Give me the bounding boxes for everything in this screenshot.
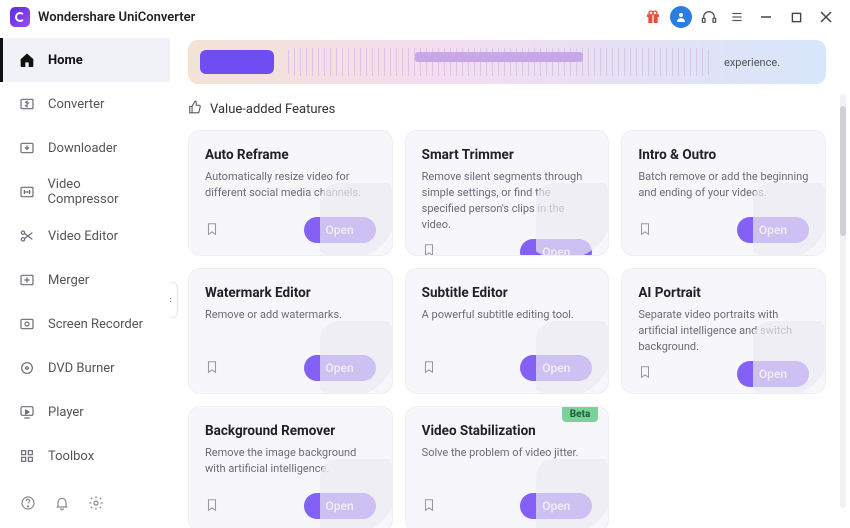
beta-badge: Beta	[562, 407, 599, 422]
feature-grid: Auto Reframe Automatically resize video f…	[180, 130, 834, 528]
gift-icon[interactable]	[640, 4, 666, 30]
card-description: Solve the problem of video jitter.	[422, 445, 593, 487]
sidebar-item-label: Player	[48, 405, 84, 420]
sidebar-footer	[0, 478, 170, 528]
sidebar-item-toolbox[interactable]: Toolbox	[0, 434, 170, 478]
menu-icon[interactable]	[724, 4, 750, 30]
card-description: A powerful subtitle editing tool.	[422, 307, 593, 349]
open-button[interactable]: Open	[304, 355, 376, 381]
feature-card[interactable]: Auto Reframe Automatically resize video f…	[188, 130, 393, 256]
feature-card[interactable]: Smart Trimmer Remove silent segments thro…	[405, 130, 610, 256]
open-button[interactable]: Open	[737, 361, 809, 387]
bookmark-icon[interactable]	[422, 359, 438, 378]
sidebar-item-editor[interactable]: Video Editor	[0, 214, 170, 258]
sidebar-item-label: Downloader	[48, 141, 117, 156]
card-title: Auto Reframe	[205, 147, 376, 163]
grid-icon	[18, 448, 36, 464]
feature-card[interactable]: BetaVideo Stabilization Solve the problem…	[405, 406, 610, 528]
maximize-button[interactable]	[782, 4, 810, 30]
app-title: Wondershare UniConverter	[38, 10, 195, 25]
minimize-button[interactable]	[752, 4, 780, 30]
downloader-icon	[18, 140, 36, 156]
sidebar-item-home[interactable]: Home	[0, 38, 170, 82]
sidebar-item-label: Toolbox	[48, 449, 94, 464]
bookmark-icon[interactable]	[422, 497, 438, 516]
card-title: AI Portrait	[638, 285, 809, 301]
scissors-icon	[18, 228, 36, 244]
hero-banner[interactable]: experience.	[188, 40, 826, 84]
sidebar-item-label: Screen Recorder	[48, 317, 143, 332]
sidebar-item-merger[interactable]: Merger	[0, 258, 170, 302]
card-title: Video Stabilization	[422, 423, 593, 439]
card-description: Automatically resize video for different…	[205, 169, 376, 211]
sidebar-item-label: Video Editor	[48, 229, 118, 244]
user-avatar[interactable]	[668, 4, 694, 30]
sidebar-item-label: Converter	[48, 97, 104, 112]
section-header: Value-added Features	[180, 98, 834, 130]
card-title: Background Remover	[205, 423, 376, 439]
card-title: Smart Trimmer	[422, 147, 593, 163]
sidebar-item-recorder[interactable]: Screen Recorder	[0, 302, 170, 346]
bell-icon[interactable]	[52, 495, 72, 511]
bookmark-icon[interactable]	[205, 221, 221, 240]
merger-icon	[18, 272, 36, 288]
bookmark-icon[interactable]	[638, 364, 654, 383]
card-description: Remove the image background with artific…	[205, 445, 376, 487]
converter-icon	[18, 96, 36, 112]
feature-card[interactable]: Intro & Outro Batch remove or add the beg…	[621, 130, 826, 256]
bookmark-icon[interactable]	[638, 221, 654, 240]
card-title: Watermark Editor	[205, 285, 376, 301]
main-content: ‹ experience. Value-added Features Auto …	[170, 34, 850, 528]
card-description: Batch remove or add the beginning and en…	[638, 169, 809, 211]
sidebar-item-label: Video Compressor	[48, 177, 152, 207]
compressor-icon	[18, 184, 36, 200]
sidebar-item-compressor[interactable]: Video Compressor	[0, 170, 170, 214]
thumbs-up-icon	[188, 100, 202, 118]
hero-cta-button[interactable]	[200, 50, 274, 74]
sidebar-item-label: Home	[48, 53, 83, 68]
hero-preview	[288, 48, 710, 76]
card-title: Intro & Outro	[638, 147, 809, 163]
sidebar-item-label: DVD Burner	[48, 361, 115, 376]
card-description: Separate video portraits with artificial…	[638, 307, 809, 355]
card-description: Remove silent segments through simple se…	[422, 169, 593, 233]
sidebar-item-label: Merger	[48, 273, 89, 288]
open-button[interactable]: Open	[520, 493, 592, 519]
vertical-scrollbar[interactable]	[840, 94, 846, 508]
section-title: Value-added Features	[210, 102, 335, 117]
app-logo	[10, 7, 30, 27]
card-title: Subtitle Editor	[422, 285, 593, 301]
open-button[interactable]: Open	[737, 217, 809, 243]
disc-icon	[18, 360, 36, 376]
open-button[interactable]: Open	[520, 239, 592, 256]
open-button[interactable]: Open	[520, 355, 592, 381]
close-button[interactable]	[812, 4, 840, 30]
bookmark-icon[interactable]	[205, 359, 221, 378]
bookmark-icon[interactable]	[205, 497, 221, 516]
open-button[interactable]: Open	[304, 217, 376, 243]
settings-icon[interactable]	[86, 495, 106, 511]
home-icon	[18, 52, 36, 68]
feature-card[interactable]: Subtitle Editor A powerful subtitle editi…	[405, 268, 610, 394]
feature-card[interactable]: Background Remover Remove the image backg…	[188, 406, 393, 528]
collapse-sidebar-button[interactable]: ‹	[170, 282, 178, 318]
hero-text: experience.	[724, 56, 814, 69]
sidebar-item-player[interactable]: Player	[0, 390, 170, 434]
sidebar: Home Converter Downloader Video Compress…	[0, 34, 170, 528]
sidebar-item-dvd[interactable]: DVD Burner	[0, 346, 170, 390]
sidebar-item-converter[interactable]: Converter	[0, 82, 170, 126]
bookmark-icon[interactable]	[422, 242, 438, 256]
card-description: Remove or add watermarks.	[205, 307, 376, 349]
sidebar-item-downloader[interactable]: Downloader	[0, 126, 170, 170]
nav-list: Home Converter Downloader Video Compress…	[0, 34, 170, 478]
headset-icon[interactable]	[696, 4, 722, 30]
feature-card[interactable]: AI Portrait Separate video portraits with…	[621, 268, 826, 394]
recorder-icon	[18, 316, 36, 332]
titlebar: Wondershare UniConverter	[0, 0, 850, 34]
open-button[interactable]: Open	[304, 493, 376, 519]
help-icon[interactable]	[18, 495, 38, 511]
player-icon	[18, 404, 36, 420]
feature-card[interactable]: Watermark Editor Remove or add watermarks…	[188, 268, 393, 394]
